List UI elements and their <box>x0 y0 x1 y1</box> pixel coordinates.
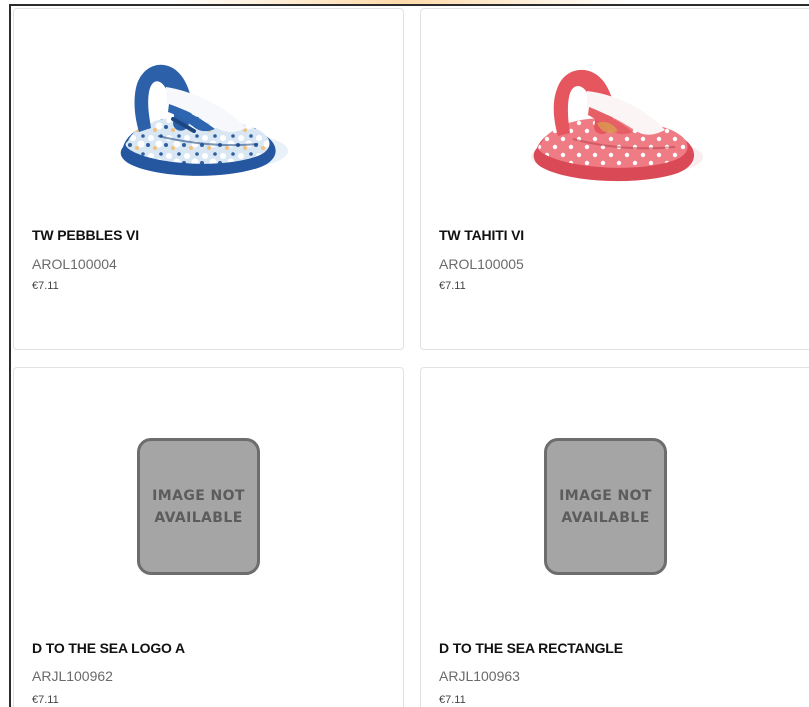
image-not-available-placeholder[interactable]: IMAGE NOT AVAILABLE <box>137 438 260 575</box>
product-image-pink-flip-flop[interactable] <box>519 47 709 197</box>
product-grid: TW PEBBLES VI AROL100004 €7.11 TW TAHITI… <box>0 0 809 707</box>
product-title[interactable]: D TO THE SEA LOGO A <box>32 640 185 656</box>
product-card-d-to-the-sea-logo-a[interactable]: IMAGE NOT AVAILABLE D TO THE SEA LOGO A … <box>13 367 404 707</box>
placeholder-text-line-2: AVAILABLE <box>154 509 243 526</box>
product-sku: AROL100005 <box>439 256 524 272</box>
product-price: €7.11 <box>32 280 59 292</box>
placeholder-text-line-1: IMAGE NOT <box>559 487 652 504</box>
product-image-blue-flip-flop[interactable] <box>110 43 290 193</box>
product-title[interactable]: D TO THE SEA RECTANGLE <box>439 640 623 656</box>
product-card-d-to-the-sea-rectangle[interactable]: IMAGE NOT AVAILABLE D TO THE SEA RECTANG… <box>420 367 809 707</box>
product-price: €7.11 <box>32 694 59 706</box>
placeholder-text-line-2: AVAILABLE <box>561 509 650 526</box>
frame-top-border <box>9 4 809 6</box>
product-price: €7.11 <box>439 280 466 292</box>
product-sku: AROL100004 <box>32 256 117 272</box>
product-sku: ARJL100962 <box>32 668 113 684</box>
product-card-tw-tahiti-vi[interactable]: TW TAHITI VI AROL100005 €7.11 <box>420 8 809 350</box>
product-title[interactable]: TW TAHITI VI <box>439 227 524 243</box>
frame-left-border <box>9 4 11 707</box>
placeholder-text-line-1: IMAGE NOT <box>152 487 245 504</box>
product-sku: ARJL100963 <box>439 668 520 684</box>
image-not-available-placeholder[interactable]: IMAGE NOT AVAILABLE <box>544 438 667 575</box>
product-title[interactable]: TW PEBBLES VI <box>32 227 139 243</box>
product-price: €7.11 <box>439 694 466 706</box>
product-card-tw-pebbles-vi[interactable]: TW PEBBLES VI AROL100004 €7.11 <box>13 8 404 350</box>
